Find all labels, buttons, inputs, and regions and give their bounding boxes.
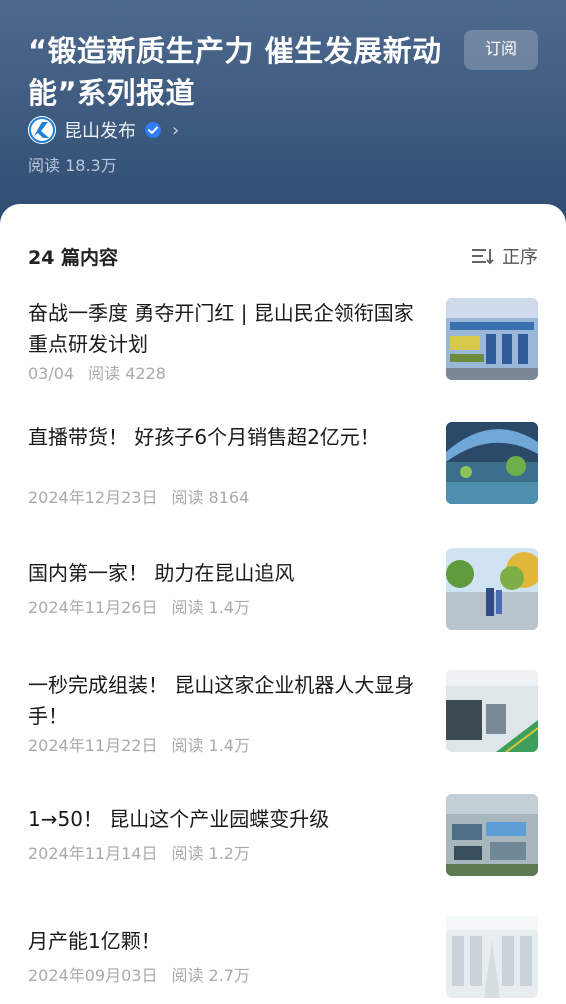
item-reads: 阅读 2.7万 bbox=[171, 966, 250, 985]
article-thumbnail bbox=[446, 298, 538, 380]
item-meta: 2024年09月03日 阅读 2.7万 bbox=[28, 962, 250, 986]
item-date: 2024年11月26日 bbox=[28, 598, 158, 617]
list-item[interactable]: 奋战一季度 勇夺开门红 | 昆山民企领衔国家重点研发计划 03/04 阅读 422… bbox=[28, 298, 538, 384]
list-item[interactable]: 国内第一家！ 助力在昆山追风 2024年11月26日 阅读 1.4万 bbox=[28, 548, 538, 632]
article-thumbnail bbox=[446, 794, 538, 876]
list-item[interactable]: 月产能1亿颗！ 2024年09月03日 阅读 2.7万 bbox=[28, 916, 538, 1000]
avatar bbox=[28, 116, 56, 144]
page-title: “锻造新质生产力 催生发展新动能”系列报道 bbox=[28, 34, 442, 110]
item-date: 2024年11月22日 bbox=[28, 736, 158, 755]
article-count: 24 篇内容 bbox=[28, 246, 119, 269]
item-date: 2024年12月23日 bbox=[28, 488, 158, 507]
item-meta: 2024年11月26日 阅读 1.4万 bbox=[28, 594, 250, 618]
article-thumbnail bbox=[446, 670, 538, 752]
item-title: 月产能1亿颗！ bbox=[28, 929, 161, 953]
item-date: 2024年11月14日 bbox=[28, 844, 158, 863]
author-name: 昆山发布 bbox=[64, 121, 136, 142]
item-reads: 阅读 1.2万 bbox=[171, 844, 250, 863]
chevron-right-icon: › bbox=[172, 119, 180, 141]
list-item[interactable]: 直播带货！ 好孩子6个月销售超2亿元！ 2024年12月23日 阅读 8164 bbox=[28, 422, 538, 508]
item-title: 国内第一家！ 助力在昆山追风 bbox=[28, 561, 295, 585]
item-meta: 03/04 阅读 4228 bbox=[28, 360, 166, 384]
item-title: 1→50！ 昆山这个产业园蝶变升级 bbox=[28, 807, 330, 831]
sort-order-label: 正序 bbox=[502, 247, 538, 268]
item-reads: 阅读 8164 bbox=[171, 488, 250, 507]
list-item[interactable]: 一秒完成组装！ 昆山这家企业机器人大显身手！ 2024年11月22日 阅读 1.4… bbox=[28, 670, 538, 756]
article-thumbnail bbox=[446, 422, 538, 504]
item-meta: 2024年12月23日 阅读 8164 bbox=[28, 484, 249, 508]
read-count: 阅读 18.3万 bbox=[28, 156, 117, 175]
item-reads: 阅读 1.4万 bbox=[171, 736, 250, 755]
item-date: 03/04 bbox=[28, 364, 75, 383]
sort-order-icon bbox=[472, 249, 494, 265]
item-title: 奋战一季度 勇夺开门红 | 昆山民企领衔国家重点研发计划 bbox=[28, 301, 414, 356]
article-thumbnail bbox=[446, 916, 538, 998]
item-meta: 2024年11月22日 阅读 1.4万 bbox=[28, 732, 250, 756]
author-link[interactable]: 昆山发布 › bbox=[28, 116, 179, 144]
item-reads: 阅读 4228 bbox=[88, 364, 166, 383]
sort-order-toggle[interactable]: 正序 bbox=[470, 243, 538, 269]
item-meta: 2024年11月14日 阅读 1.2万 bbox=[28, 840, 250, 864]
list-header: 24 篇内容 正序 bbox=[28, 242, 538, 270]
item-reads: 阅读 1.4万 bbox=[171, 598, 250, 617]
content-sheet: 24 篇内容 正序 奋战一季度 勇夺开门红 | 昆山民企领衔国家重点研发计划 0… bbox=[0, 204, 566, 1004]
verified-badge-icon bbox=[145, 122, 161, 138]
article-thumbnail bbox=[446, 548, 538, 630]
subscribe-button[interactable]: 订阅 bbox=[464, 30, 538, 70]
item-title: 一秒完成组装！ 昆山这家企业机器人大显身手！ bbox=[28, 673, 415, 728]
item-title: 直播带货！ 好孩子6个月销售超2亿元！ bbox=[28, 425, 380, 449]
list-item[interactable]: 1→50！ 昆山这个产业园蝶变升级 2024年11月14日 阅读 1.2万 bbox=[28, 794, 538, 878]
item-date: 2024年09月03日 bbox=[28, 966, 158, 985]
